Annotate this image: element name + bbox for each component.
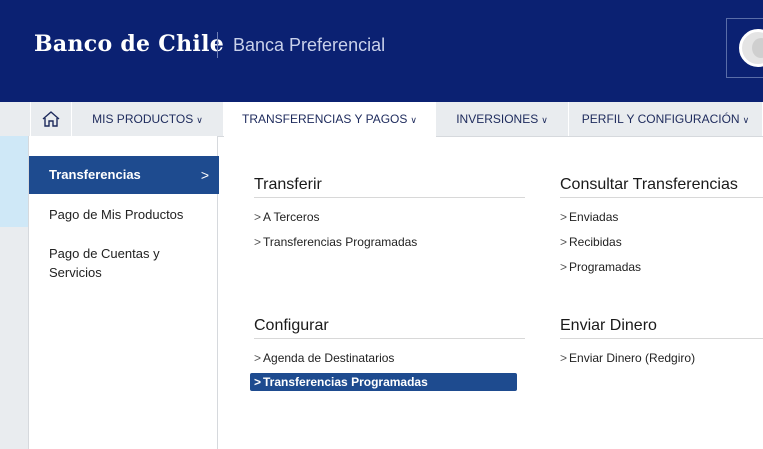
link-recibidas[interactable]: > Recibidas <box>560 235 622 249</box>
link-transferencias-programadas-config[interactable]: > Transferencias Programadas <box>250 373 517 391</box>
nav-mis-productos[interactable]: MIS PRODUCTOS ∨ <box>72 102 224 136</box>
home-icon <box>41 111 61 131</box>
link-programadas[interactable]: > Programadas <box>560 260 641 274</box>
link-enviadas[interactable]: > Enviadas <box>560 210 618 224</box>
section-title-transferir: Transferir <box>254 176 525 198</box>
chevron-down-icon: ∨ <box>742 115 750 125</box>
section-title-enviar-dinero: Enviar Dinero <box>560 317 763 339</box>
sidebar-item-pago-mis-productos[interactable]: Pago de Mis Productos <box>29 205 219 224</box>
link-enviar-dinero-redgiro[interactable]: > Enviar Dinero (Redgiro) <box>560 351 695 365</box>
user-avatar-button[interactable] <box>726 18 763 78</box>
link-label: Transferencias Programadas <box>263 235 418 249</box>
link-agenda-destinatarios[interactable]: > Agenda de Destinatarios <box>254 351 394 365</box>
page-background-highlight <box>0 136 28 227</box>
sidebar-item-label: Transferencias <box>49 167 141 182</box>
chevron-right-icon: > <box>560 260 568 274</box>
top-header: Banco de Chile Banca Preferencial <box>0 0 763 102</box>
chevron-right-icon: > <box>560 235 568 249</box>
chevron-right-icon: > <box>254 351 262 365</box>
home-button[interactable] <box>30 102 72 136</box>
link-a-terceros[interactable]: > A Terceros <box>254 210 320 224</box>
nav-perfil-y-configuracion[interactable]: PERFIL Y CONFIGURACIÓN ∨ <box>569 102 763 136</box>
submenu-sidebar: Transferencias > Pago de Mis Productos P… <box>28 136 219 449</box>
chevron-right-icon: > <box>560 210 568 224</box>
segment-title: Banca Preferencial <box>233 35 386 55</box>
link-label: Enviar Dinero (Redgiro) <box>569 351 696 365</box>
section-title-consultar: Consultar Transferencias <box>560 176 763 198</box>
chevron-down-icon: ∨ <box>541 115 548 125</box>
chevron-right-icon: > <box>200 167 209 183</box>
chevron-right-icon: > <box>254 235 262 249</box>
nav-label: PERFIL Y CONFIGURACIÓN <box>581 112 740 126</box>
link-label: Enviadas <box>569 210 619 224</box>
link-label: Transferencias Programadas <box>263 375 428 389</box>
avatar <box>739 29 763 67</box>
link-transferencias-programadas[interactable]: > Transferencias Programadas <box>254 235 417 249</box>
chevron-down-icon: ∨ <box>410 115 417 125</box>
nav-label: INVERSIONES <box>456 112 539 126</box>
sidebar-item-label: Pago de Mis Productos <box>49 207 184 222</box>
logo-divider <box>217 32 218 58</box>
nav-label: MIS PRODUCTOS <box>92 112 194 126</box>
link-label: Recibidas <box>569 235 622 249</box>
page-background <box>0 227 28 449</box>
nav-inversiones[interactable]: INVERSIONES ∨ <box>436 102 569 136</box>
link-label: A Terceros <box>263 210 320 224</box>
nav-label: TRANSFERENCIAS Y PAGOS <box>242 112 408 126</box>
chevron-right-icon: > <box>560 351 568 365</box>
sidebar-item-transferencias[interactable]: Transferencias > <box>29 156 219 194</box>
chevron-down-icon: ∨ <box>196 115 203 125</box>
link-label: Agenda de Destinatarios <box>263 351 395 365</box>
chevron-right-icon: > <box>254 210 262 224</box>
main-nav: MIS PRODUCTOS ∨ TRANSFERENCIAS Y PAGOS ∨ I… <box>0 102 763 137</box>
sidebar-item-label: Pago de Cuentas y Servicios <box>49 246 160 280</box>
link-label: Programadas <box>569 260 642 274</box>
nav-transferencias-y-pagos[interactable]: TRANSFERENCIAS Y PAGOS ∨ <box>224 102 436 137</box>
sidebar-item-pago-cuentas-servicios[interactable]: Pago de Cuentas y Servicios <box>29 244 169 282</box>
chevron-right-icon: > <box>254 375 262 389</box>
bank-logo[interactable]: Banco de Chile <box>34 31 224 57</box>
section-title-configurar: Configurar <box>254 317 525 339</box>
